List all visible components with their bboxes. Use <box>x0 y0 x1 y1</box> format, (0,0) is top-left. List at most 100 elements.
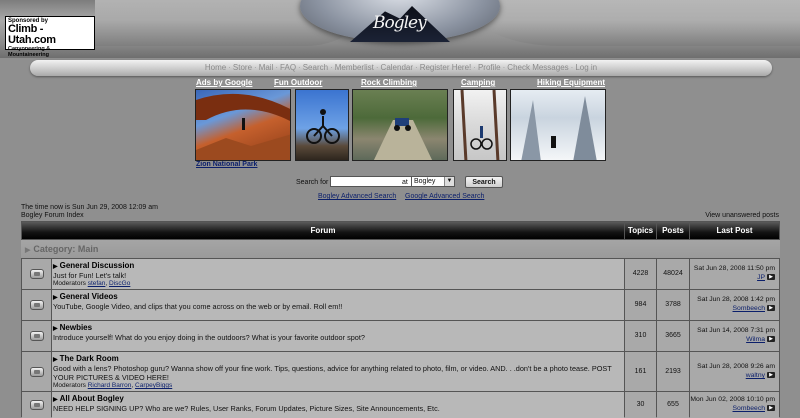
forum-index-link[interactable]: Bogley Forum Index <box>21 212 84 219</box>
posts-cell: 3665 <box>657 321 689 351</box>
forum-row: ▶ General Videos YouTube, Google Video, an… <box>21 290 780 320</box>
bogley-advanced-search-link[interactable]: Bogley Advanced Search <box>318 193 396 200</box>
photo-winter-biker[interactable] <box>453 89 507 161</box>
search-button[interactable]: Search <box>465 176 503 188</box>
photo-mountain-biker[interactable] <box>295 89 349 161</box>
posts-cell: 655 <box>657 392 689 418</box>
ad-link-hiking-equipment[interactable]: Hiking Equipment <box>537 78 605 87</box>
last-post-user: waltny ▶ <box>746 372 775 379</box>
forum-row: ▶ General Discussion Just for Fun! Let's t… <box>21 259 780 289</box>
nav-item-3[interactable]: FAQ <box>280 63 296 72</box>
forum-title-text: General Discussion <box>59 261 135 270</box>
last-post-date: Sat Jun 28, 2008 9:26 am <box>697 363 775 370</box>
sponsor-banner[interactable]: Sponsored by Climb - Utah.com Canyoneeri… <box>5 16 95 58</box>
moderator-link[interactable]: stefan <box>88 280 106 287</box>
ad-link-rock-climbing[interactable]: Rock Climbing <box>361 78 417 87</box>
view-latest-post-icon[interactable]: ▶ <box>767 372 775 379</box>
nav-item-2[interactable]: Mail <box>259 63 274 72</box>
last-post-user-link[interactable]: Sombeech <box>733 305 766 312</box>
header-topics: Topics <box>625 222 656 239</box>
last-post-date: Sat Jun 14, 2008 7:31 pm <box>697 327 775 334</box>
current-time-text: The time now is Sun Jun 29, 2008 12:09 a… <box>21 204 158 211</box>
site-logo[interactable]: Bogley <box>373 13 427 33</box>
last-post-user: Wilma ▶ <box>746 336 775 343</box>
last-post-user-link[interactable]: waltny <box>746 372 765 379</box>
last-post-user-link[interactable]: Wilma <box>746 336 765 343</box>
nav-separator: · <box>254 63 257 72</box>
topics-cell: 4228 <box>625 259 656 289</box>
last-post-date: Sat Jun 28, 2008 11:50 pm <box>693 265 775 272</box>
view-unanswered-posts-link[interactable]: View unanswered posts <box>705 212 779 219</box>
moderator-link[interactable]: Richard Barron <box>88 382 132 389</box>
last-post-user-link[interactable]: JP <box>757 274 765 281</box>
forum-icon-cell <box>22 392 51 418</box>
ad-link-camping[interactable]: Camping <box>461 78 495 87</box>
nav-separator: · <box>502 63 506 72</box>
photo-snow-hiker[interactable] <box>510 89 606 161</box>
google-advanced-search-link[interactable]: Google Advanced Search <box>405 193 484 200</box>
forum-title-link[interactable]: ▶ General Videos <box>53 292 118 301</box>
category-row[interactable]: ▶ Category: Main <box>21 240 780 258</box>
forum-title-text: The Dark Room <box>59 354 119 363</box>
view-latest-post-icon[interactable]: ▶ <box>767 336 775 343</box>
photo-atv-trail[interactable] <box>352 89 448 161</box>
nav-separator: · <box>473 63 476 72</box>
nav-item-9[interactable]: Check Messages <box>507 63 568 72</box>
biker-graphic <box>306 109 340 144</box>
posts-cell: 3788 <box>657 290 689 320</box>
last-post-user-link[interactable]: Sombeech <box>733 405 766 412</box>
moderators-label: Moderators <box>53 382 86 389</box>
category-title: Category: Main <box>33 244 99 254</box>
nav-item-8[interactable]: Profile <box>478 63 501 72</box>
posts-cell: 48024 <box>657 259 689 289</box>
posts-cell: 2193 <box>657 352 689 391</box>
forum-description: Just for Fun! Let's talk! <box>53 271 127 280</box>
forum-info-cell: ▶ The Dark Room Good with a lens? Photosho… <box>52 352 624 391</box>
view-latest-post-icon[interactable]: ▶ <box>767 274 775 281</box>
topics-cell: 161 <box>625 352 656 391</box>
moderator-link[interactable]: DiscGo <box>109 280 130 287</box>
forum-folder-icon <box>30 367 44 377</box>
forum-table: Forum Topics Posts Last Post ▶ Category: … <box>21 221 780 418</box>
forum-moderators: Moderators Richard Barron, CarpeyBiggs <box>53 382 173 389</box>
forum-folder-icon <box>30 331 44 341</box>
nav-separator: · <box>298 63 301 72</box>
forum-title-link[interactable]: ▶ All About Bogley <box>53 394 124 403</box>
nav-item-10[interactable]: Log in <box>575 63 597 72</box>
forum-info-cell: ▶ General Discussion Just for Fun! Let's t… <box>52 259 624 289</box>
last-post-cell: Sat Jun 28, 2008 1:42 pm Sombeech ▶ <box>690 290 779 320</box>
topics-count: 984 <box>634 301 647 308</box>
header-forum: Forum <box>22 222 624 239</box>
forum-icon-cell <box>22 321 51 351</box>
nav-separator: · <box>375 63 379 72</box>
nav-item-0[interactable]: Home <box>205 63 226 72</box>
view-latest-post-icon[interactable]: ▶ <box>767 405 775 412</box>
forum-row: ▶ All About Bogley NEED HELP SIGNING UP? W… <box>21 392 780 418</box>
photo-caption-zion[interactable]: Zion National Park <box>196 161 257 168</box>
moderator-link[interactable]: CarpeyBiggs <box>135 382 172 389</box>
nav-separator: · <box>275 63 279 72</box>
forum-title-link[interactable]: ▶ General Discussion <box>53 261 134 270</box>
nav-item-1[interactable]: Store <box>233 63 252 72</box>
photo-zion-arch[interactable] <box>195 89 291 161</box>
forum-title-link[interactable]: ▶ The Dark Room <box>53 354 119 363</box>
forum-description: NEED HELP SIGNING UP? Who are we? Rules,… <box>53 404 440 413</box>
search-site-select[interactable]: Bogley ▼ <box>411 176 455 187</box>
last-post-date: Sat Jun 28, 2008 1:42 pm <box>697 296 775 303</box>
search-label: Search for <box>296 179 329 186</box>
forum-arrow-icon: ▶ <box>53 295 58 301</box>
ad-link-fun-outdoor[interactable]: Fun Outdoor <box>274 78 322 87</box>
nav-separator: · <box>570 63 574 72</box>
nav-item-7[interactable]: Register Here! <box>420 63 472 72</box>
last-post-cell: Mon Jun 02, 2008 10:10 pm Sombeech ▶ <box>690 392 779 418</box>
ads-by-google-link[interactable]: Ads by Google <box>196 78 252 87</box>
nav-item-4[interactable]: Search <box>303 63 328 72</box>
nav-item-5[interactable]: Memberlist <box>335 63 374 72</box>
forum-title-link[interactable]: ▶ Newbies <box>53 323 92 332</box>
snow-graphic <box>521 96 597 160</box>
forum-folder-icon <box>30 269 44 279</box>
last-post-cell: Sat Jun 28, 2008 9:26 am waltny ▶ <box>690 352 779 391</box>
nav-item-6[interactable]: Calendar <box>381 63 413 72</box>
view-latest-post-icon[interactable]: ▶ <box>767 305 775 312</box>
topics-count: 310 <box>634 332 647 339</box>
